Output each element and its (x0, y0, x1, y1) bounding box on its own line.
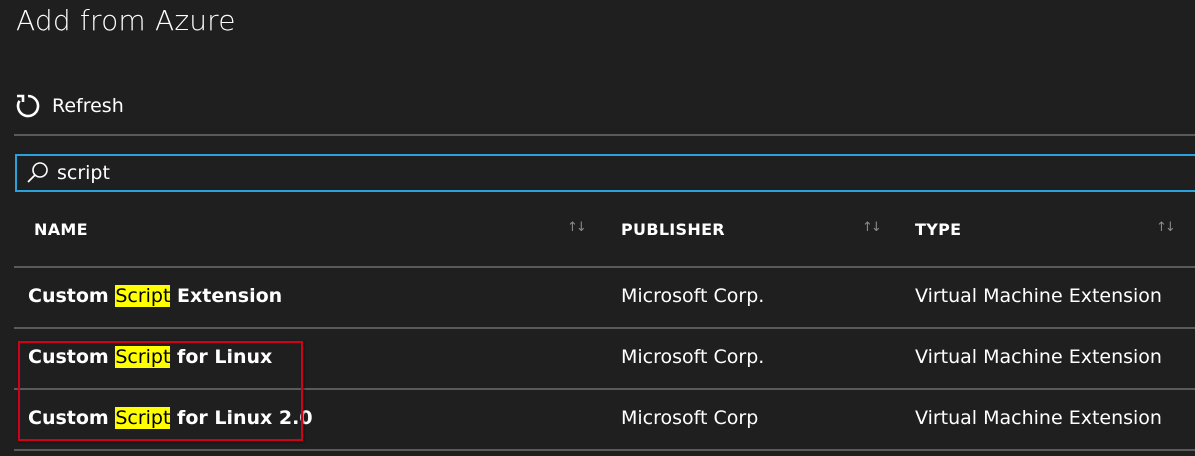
column-header-type[interactable]: TYPE (915, 220, 961, 239)
table-header: NAME ↑↓ PUBLISHER ↑↓ TYPE ↑↓ (14, 200, 1195, 268)
row-publisher: Microsoft Corp. (621, 285, 765, 307)
toolbar-divider (14, 134, 1195, 136)
search-input[interactable] (57, 162, 1157, 184)
search-match-highlight: Script (115, 346, 171, 368)
page-title: Add from Azure (16, 4, 236, 37)
column-header-publisher[interactable]: PUBLISHER (621, 220, 725, 239)
results-table: NAME ↑↓ PUBLISHER ↑↓ TYPE ↑↓ Custom Scri… (14, 200, 1195, 451)
search-match-highlight: Script (115, 407, 171, 429)
column-header-name[interactable]: NAME (34, 220, 88, 239)
row-publisher: Microsoft Corp. (621, 346, 765, 368)
search-match-highlight: Script (115, 285, 171, 307)
name-text: Extension (170, 285, 283, 307)
table-row[interactable]: Custom Script Extension Microsoft Corp. … (14, 268, 1195, 329)
search-icon (25, 160, 51, 186)
table-row[interactable]: Custom Script for Linux Microsoft Corp. … (14, 329, 1195, 390)
refresh-icon (14, 92, 42, 120)
name-text: Custom (28, 285, 116, 307)
row-type: Virtual Machine Extension (915, 285, 1162, 307)
table-row[interactable]: Custom Script for Linux 2.0 Microsoft Co… (14, 390, 1195, 451)
sort-publisher-icon[interactable]: ↑↓ (862, 220, 882, 235)
row-type: Virtual Machine Extension (915, 407, 1162, 429)
row-type: Virtual Machine Extension (915, 346, 1162, 368)
name-text: for Linux 2.0 (170, 407, 313, 429)
name-text: Custom (28, 346, 116, 368)
row-name: Custom Script for Linux (28, 346, 272, 368)
sort-name-icon[interactable]: ↑↓ (567, 220, 587, 235)
search-box[interactable] (15, 154, 1195, 192)
row-publisher: Microsoft Corp (621, 407, 759, 429)
name-text: for Linux (170, 346, 273, 368)
row-name: Custom Script Extension (28, 285, 282, 307)
name-text: Custom (28, 407, 116, 429)
refresh-button[interactable]: Refresh (14, 90, 124, 122)
refresh-label: Refresh (52, 95, 124, 117)
row-name: Custom Script for Linux 2.0 (28, 407, 313, 429)
sort-type-icon[interactable]: ↑↓ (1156, 220, 1176, 235)
